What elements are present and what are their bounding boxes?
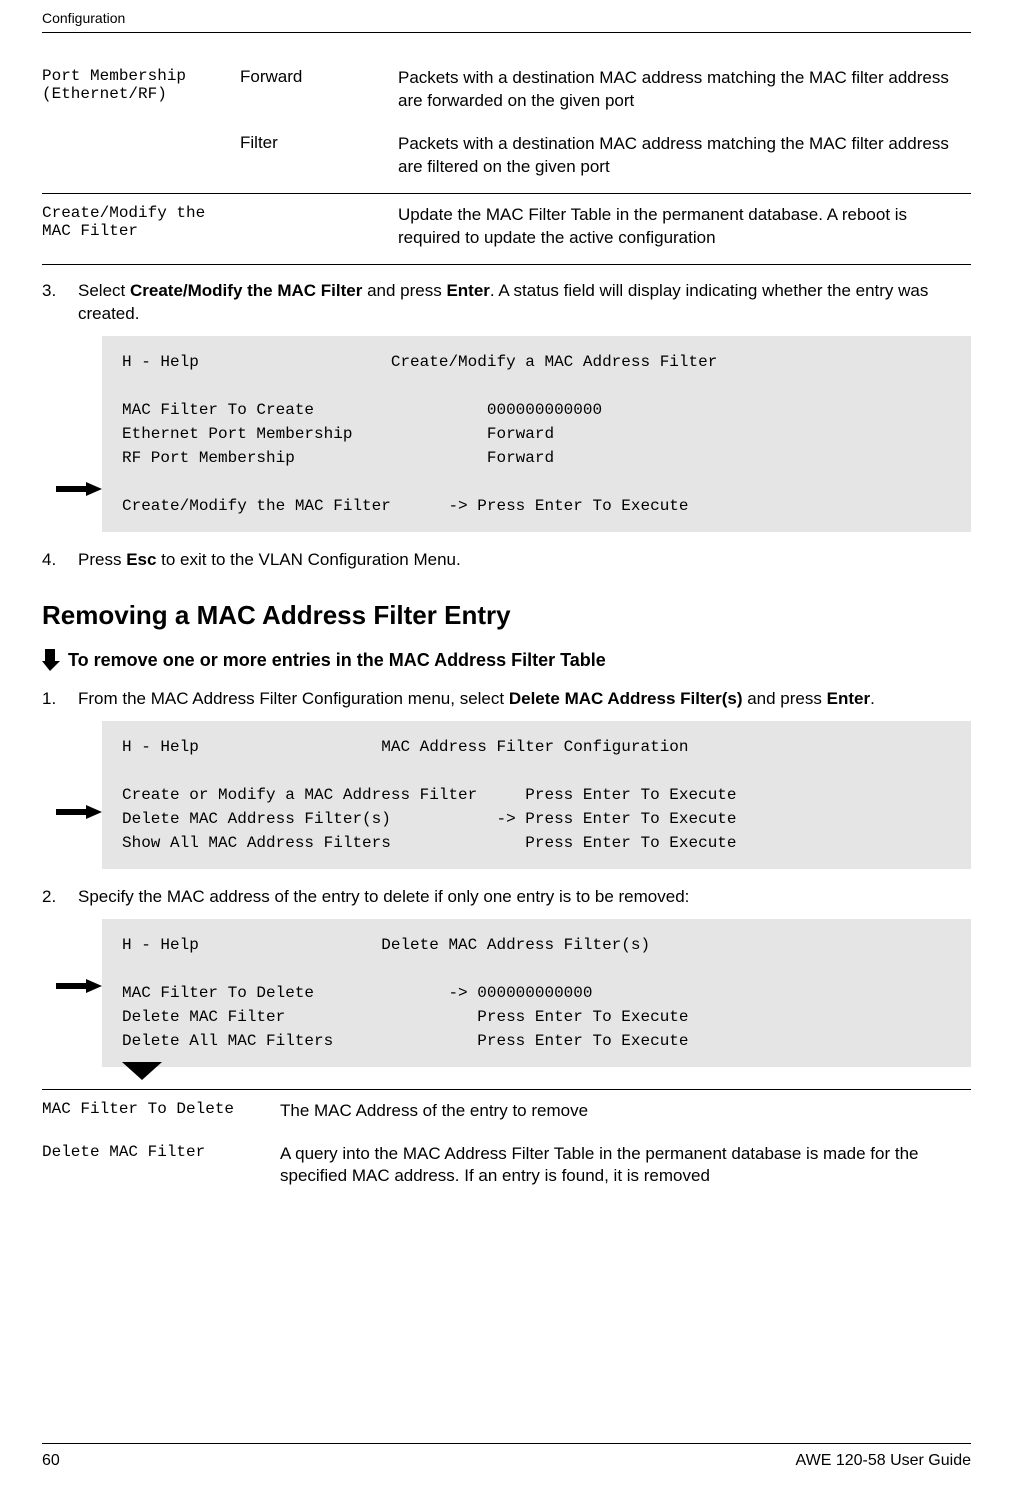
section-heading: Removing a MAC Address Filter Entry	[42, 600, 971, 631]
terminal-block-2: H - Help MAC Address Filter Configuratio…	[102, 721, 971, 869]
step-number: 3.	[42, 279, 78, 327]
step-1: 1. From the MAC Address Filter Configura…	[42, 687, 971, 711]
step-3: 3. Select Create/Modify the MAC Filter a…	[42, 279, 971, 327]
arrow-down-icon	[122, 1062, 162, 1085]
step-text: From the MAC Address Filter Configuratio…	[78, 687, 971, 711]
task-text: To remove one or more entries in the MAC…	[68, 650, 606, 671]
terminal-text: H - Help Create/Modify a MAC Address Fil…	[102, 336, 971, 532]
terminal-block-1: H - Help Create/Modify a MAC Address Fil…	[102, 336, 971, 532]
step-text: Specify the MAC address of the entry to …	[78, 885, 971, 909]
def-desc: The MAC Address of the entry to remove	[280, 1089, 971, 1136]
task-heading: To remove one or more entries in the MAC…	[42, 649, 971, 671]
terminal-text: H - Help MAC Address Filter Configuratio…	[102, 721, 971, 869]
page-footer: 60 AWE 120-58 User Guide	[42, 1443, 971, 1470]
def-desc: Update the MAC Filter Table in the perma…	[398, 193, 971, 264]
step-text: Press Esc to exit to the VLAN Configurat…	[78, 548, 971, 572]
def-option: Forward	[240, 61, 398, 127]
step-number: 4.	[42, 548, 78, 572]
arrow-right-icon	[56, 482, 102, 496]
terminal-text: H - Help Delete MAC Address Filter(s) MA…	[102, 919, 971, 1067]
table-row: Create/Modify the MAC Filter Update the …	[42, 193, 971, 264]
table-row: Port Membership (Ethernet/RF) Forward Pa…	[42, 61, 971, 127]
terminal-block-3: H - Help Delete MAC Address Filter(s) MA…	[102, 919, 971, 1067]
def-item: Create/Modify the MAC Filter	[42, 193, 240, 264]
definition-table-2: MAC Filter To Delete The MAC Address of …	[42, 1089, 971, 1203]
table-row: MAC Filter To Delete The MAC Address of …	[42, 1089, 971, 1136]
table-row: Filter Packets with a destination MAC ad…	[42, 127, 971, 193]
arrow-right-icon	[56, 805, 102, 819]
arrow-right-icon	[56, 979, 102, 993]
def-item: Delete MAC Filter	[42, 1137, 280, 1203]
def-option: Filter	[240, 127, 398, 193]
running-header: Configuration	[42, 10, 971, 26]
step-4: 4. Press Esc to exit to the VLAN Configu…	[42, 548, 971, 572]
header-rule	[42, 32, 971, 33]
def-item: MAC Filter To Delete	[42, 1089, 280, 1136]
step-text: Select Create/Modify the MAC Filter and …	[78, 279, 971, 327]
page-number: 60	[42, 1452, 60, 1470]
table-row: Delete MAC Filter A query into the MAC A…	[42, 1137, 971, 1203]
definition-table-1: Port Membership (Ethernet/RF) Forward Pa…	[42, 61, 971, 265]
guide-title: AWE 120-58 User Guide	[796, 1452, 971, 1470]
def-item: Port Membership (Ethernet/RF)	[42, 61, 240, 127]
def-desc: A query into the MAC Address Filter Tabl…	[280, 1137, 971, 1203]
step-number: 1.	[42, 687, 78, 711]
step-2: 2. Specify the MAC address of the entry …	[42, 885, 971, 909]
arrow-task-icon	[42, 649, 60, 671]
step-number: 2.	[42, 885, 78, 909]
def-desc: Packets with a destination MAC address m…	[398, 127, 971, 193]
def-desc: Packets with a destination MAC address m…	[398, 61, 971, 127]
